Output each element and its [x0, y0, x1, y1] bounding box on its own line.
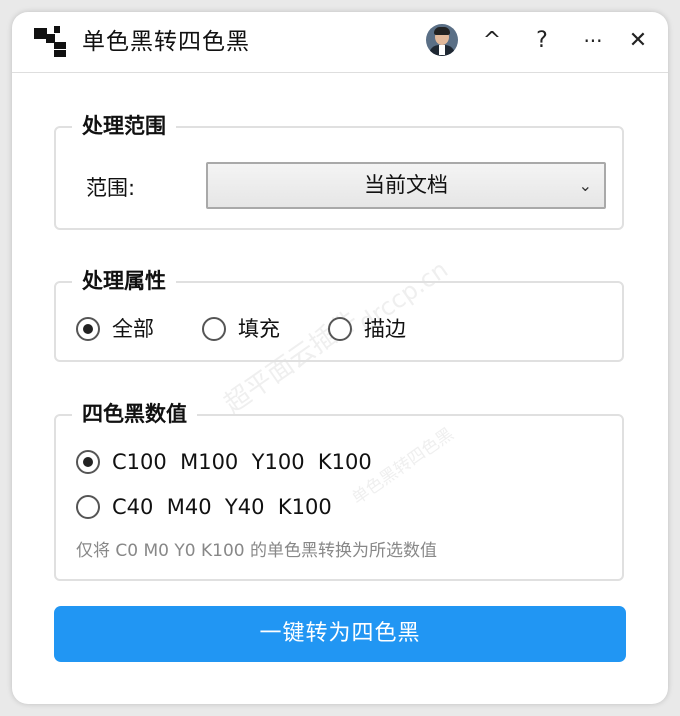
radio-label: 描边: [364, 317, 406, 341]
close-icon[interactable]: ✕: [623, 26, 653, 56]
radio-label: C100 M100 Y100 K100: [112, 450, 372, 474]
radio-icon: [328, 317, 352, 341]
more-icon[interactable]: ···: [578, 26, 608, 56]
radio-icon: [76, 450, 100, 474]
range-select[interactable]: 当前文档 ⌄: [206, 162, 606, 209]
attribute-section: 处理属性 全部 填充 描边: [54, 266, 624, 362]
radio-label: 填充: [238, 317, 280, 341]
app-logo-icon: [34, 26, 70, 58]
radio-label: C40 M40 Y40 K100: [112, 495, 332, 519]
value-section: 四色黑数值 C100 M100 Y100 K100 C40 M40 Y40 K1…: [54, 399, 624, 581]
collapse-icon[interactable]: ^: [477, 26, 507, 56]
title-bar: 单色黑转四色黑 ^ ? ··· ✕: [12, 12, 668, 73]
attribute-section-title: 处理属性: [72, 266, 176, 296]
radio-icon: [202, 317, 226, 341]
hint-text: 仅将 C0 M0 Y0 K100 的单色黑转换为所选数值: [76, 541, 437, 561]
chevron-down-icon: ⌄: [578, 176, 592, 195]
app-title: 单色黑转四色黑: [82, 29, 250, 55]
plugin-window: 超平面云插件 drccp.cn 单色黑转四色黑 版权所有 单色黑转四色黑 ^ ?…: [12, 12, 668, 704]
radio-icon: [76, 317, 100, 341]
radio-label: 全部: [112, 317, 154, 341]
radio-icon: [76, 495, 100, 519]
range-section-title: 处理范围: [72, 111, 176, 141]
range-select-value: 当前文档: [364, 173, 448, 197]
user-avatar[interactable]: [426, 24, 458, 56]
help-icon[interactable]: ?: [527, 26, 557, 56]
range-section: 处理范围 范围: 当前文档 ⌄: [54, 111, 624, 230]
value-section-title: 四色黑数值: [72, 399, 197, 429]
convert-button[interactable]: 一键转为四色黑: [54, 606, 626, 662]
range-label: 范围:: [86, 176, 136, 200]
